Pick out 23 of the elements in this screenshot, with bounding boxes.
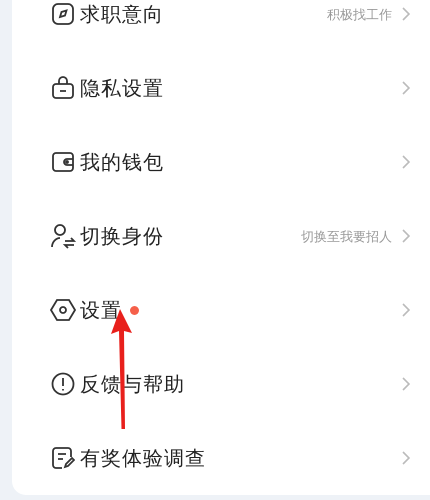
- menu-item[interactable]: 隐私设置: [12, 51, 430, 125]
- chevron-right-icon: [402, 81, 410, 95]
- chevron-right-icon: [402, 303, 410, 317]
- chevron-right-icon: [402, 7, 410, 21]
- item-hint: 积极找工作: [327, 8, 392, 23]
- menu-item[interactable]: 求职意向 积极找工作: [12, 0, 430, 51]
- chevron-right-icon: [402, 377, 410, 391]
- item-hint: 切换至我要招人: [301, 230, 392, 245]
- chevron-right-icon: [402, 451, 410, 465]
- settings-icon: [50, 298, 76, 322]
- menu-item[interactable]: 设置: [12, 273, 430, 347]
- chevron-right-icon: [402, 229, 410, 243]
- chevron-right-icon: [402, 155, 410, 169]
- menu-item[interactable]: 我的钱包: [12, 125, 430, 199]
- menu-item[interactable]: 反馈与帮助: [12, 347, 430, 421]
- edit-note-icon: [51, 446, 75, 470]
- compass-icon: [51, 2, 75, 26]
- menu-item[interactable]: 切换身份 切换至我要招人: [12, 199, 430, 273]
- exclamation-circle-icon: [51, 372, 75, 396]
- person-switch-icon: [50, 223, 76, 249]
- wallet-icon: [51, 150, 75, 174]
- menu-item[interactable]: 有奖体验调查: [12, 421, 430, 495]
- bag-icon: [51, 76, 75, 100]
